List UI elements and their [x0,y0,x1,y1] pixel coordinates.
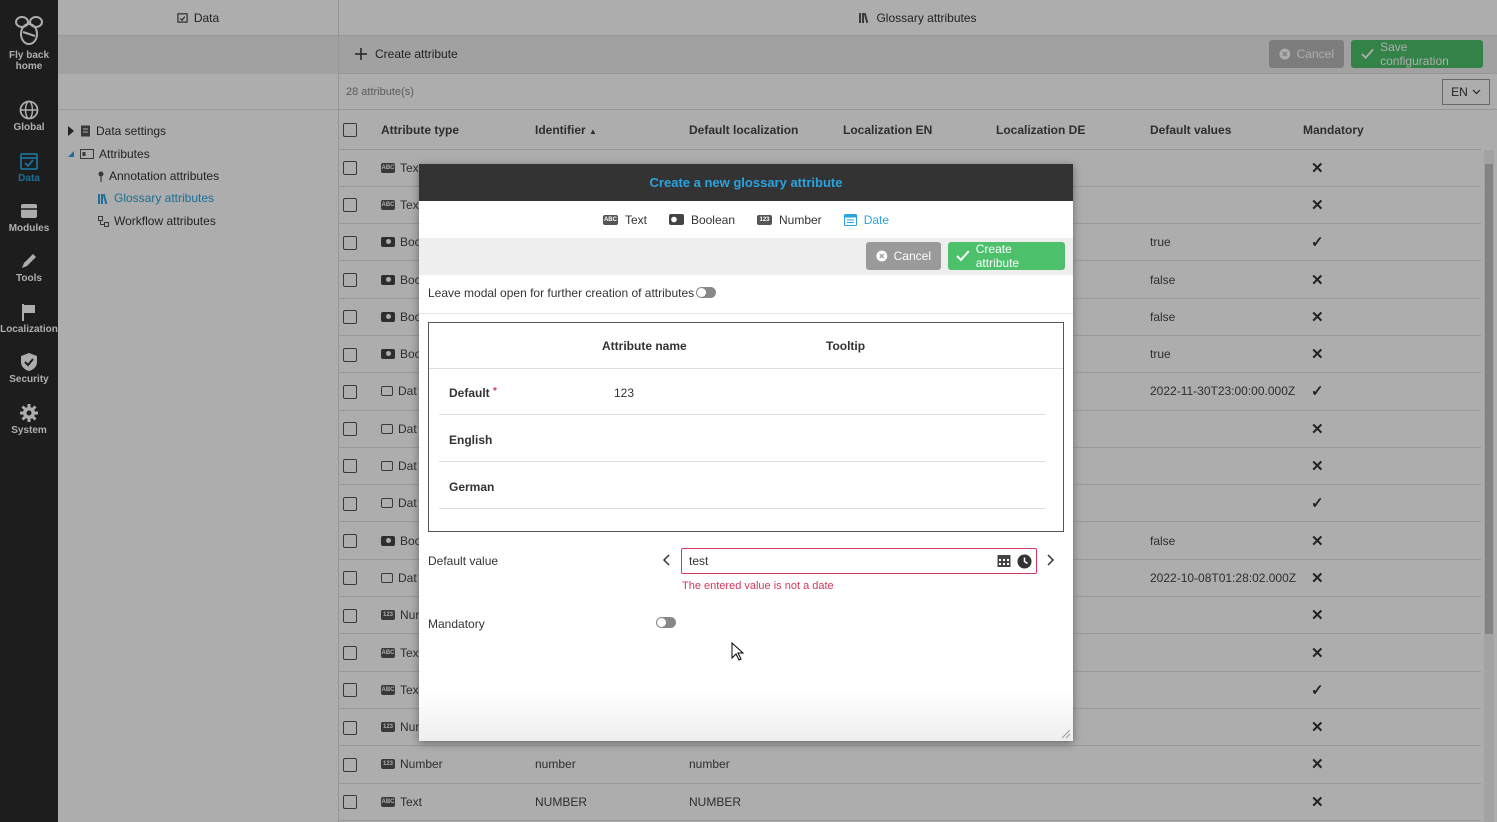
modal-create-label: Create attribute [975,242,1020,270]
english-tooltip-input[interactable] [829,426,1029,452]
loc-label-german: German [449,480,495,494]
mandatory-label: Mandatory [428,617,485,631]
loc-label-default-text: Default [449,386,490,400]
loc-header-attribute-name: Attribute name [602,339,687,353]
create-attribute-modal: Create a new glossary attribute ABC Text… [419,164,1073,741]
localization-table: Attribute name Tooltip Default * 123 Eng… [428,322,1064,532]
date-error-message: The entered value is not a date [682,580,834,592]
chevron-right-icon [1047,554,1055,566]
calendar-picker-icon[interactable] [997,554,1011,568]
tab-text[interactable]: ABC Text [602,212,647,227]
loc-row-default: Default * 123 [439,369,1045,415]
german-tooltip-input[interactable] [829,473,1029,499]
modal-create-attribute-button[interactable]: Create attribute [948,242,1065,270]
tab-label: Text [624,212,647,227]
number-type-icon: 123 [757,214,772,225]
date-type-icon [843,213,857,226]
resize-handle-icon[interactable] [1061,729,1071,739]
tab-date[interactable]: Date [843,212,890,227]
leave-open-toggle[interactable] [696,287,716,298]
loc-row-english: English [439,416,1045,462]
previous-date-button[interactable] [662,553,672,570]
date-input-value: test [689,554,709,568]
check-icon [956,250,970,262]
tab-label: Date [863,212,890,227]
loc-row-german: German [439,463,1045,509]
tab-number[interactable]: 123 Number [757,213,822,227]
tab-boolean[interactable]: Boolean [668,212,735,227]
clock-icon[interactable] [1017,554,1032,569]
default-value-label: Default value [428,554,499,568]
boolean-type-icon [668,214,684,225]
divider [419,313,1073,314]
modal-toolbar: Cancel Create attribute [419,238,1073,275]
attribute-type-tabs: ABC Text Boolean 123 Number Date [419,201,1073,238]
default-name-input[interactable]: 123 [614,386,634,400]
tab-label: Number [779,212,822,227]
text-type-icon: ABC [602,214,618,225]
loc-header-tooltip: Tooltip [826,339,866,353]
default-date-input[interactable]: test [681,548,1037,574]
mandatory-toggle[interactable] [656,617,676,628]
modal-footer-fade [419,691,1073,741]
next-date-button[interactable] [1045,553,1055,570]
modal-title: Create a new glossary attribute [419,164,1073,201]
leave-open-label: Leave modal open for further creation of… [428,286,695,300]
cancel-icon [876,250,888,262]
chevron-left-icon [662,554,670,566]
english-name-input[interactable] [609,426,809,452]
modal-cancel-label: Cancel [893,249,931,263]
default-tooltip-input[interactable] [829,379,1029,405]
loc-label-english: English [449,433,493,447]
tab-label: Boolean [690,212,735,227]
modal-cancel-button[interactable]: Cancel [866,242,941,270]
german-name-input[interactable] [609,473,809,499]
mouse-cursor-icon [731,642,745,661]
required-mark: * [493,386,497,397]
loc-label-default: Default * [449,386,497,400]
